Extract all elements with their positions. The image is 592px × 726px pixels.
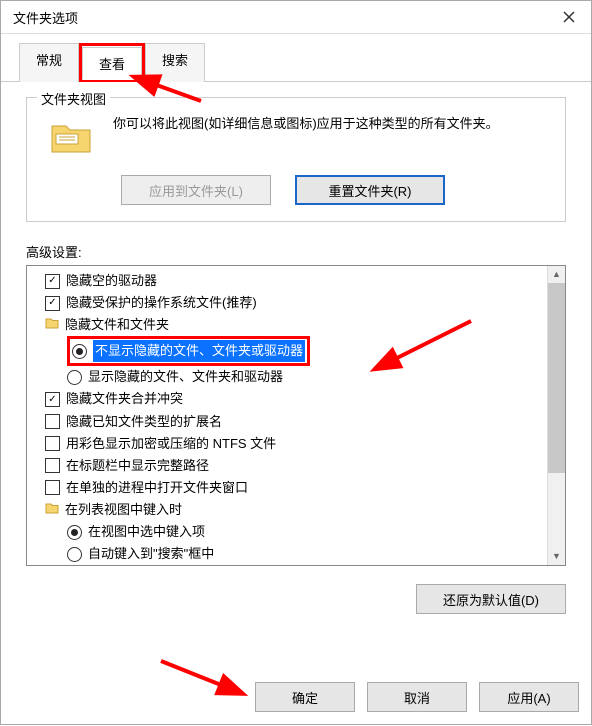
tree-item-label: 在标题栏中显示完整路径	[66, 455, 209, 477]
tree-item[interactable]: 用彩色显示加密或压缩的 NTFS 文件	[31, 433, 565, 455]
checkbox[interactable]: ✓	[45, 274, 60, 289]
tree-item-label: 显示隐藏的文件、文件夹和驱动器	[88, 366, 283, 388]
tree-item-label: 在单独的进程中打开文件夹窗口	[66, 477, 248, 499]
radio[interactable]	[67, 370, 82, 385]
tree-item[interactable]: 在列表视图中键入时	[31, 499, 565, 521]
scroll-thumb[interactable]	[548, 283, 565, 473]
tree-item-label: 隐藏空的驱动器	[66, 270, 157, 292]
tree-item-label: 在列表视图中键入时	[65, 499, 182, 521]
scrollbar[interactable]: ▲ ▼	[547, 266, 565, 565]
scroll-down-button[interactable]: ▼	[548, 548, 565, 565]
advanced-settings-label: 高级设置:	[26, 242, 566, 261]
advanced-settings-tree[interactable]: ✓ 隐藏空的驱动器 ✓ 隐藏受保护的操作系统文件(推荐)隐藏文件和文件夹不显示隐藏的文…	[26, 265, 566, 566]
close-icon[interactable]	[547, 1, 591, 33]
tree-item[interactable]: 在缩略图上显示文件图标	[31, 565, 565, 566]
tree-item-label: 隐藏文件和文件夹	[65, 314, 169, 336]
checkbox[interactable]: ✓	[45, 392, 60, 407]
tree-item-label: 隐藏文件夹合并冲突	[66, 388, 183, 410]
checkbox[interactable]: ✓	[45, 296, 60, 311]
tree-item[interactable]: ✓ 隐藏文件夹合并冲突	[31, 388, 565, 410]
tree-item-label: 不显示隐藏的文件、文件夹或驱动器	[93, 340, 305, 362]
tree-item[interactable]: 显示隐藏的文件、文件夹和驱动器	[31, 366, 565, 388]
tree-item-label: 用彩色显示加密或压缩的 NTFS 文件	[66, 433, 276, 455]
checkbox[interactable]	[45, 414, 60, 429]
folder-view-description: 你可以将此视图(如详细信息或图标)应用于这种类型的所有文件夹。	[113, 110, 551, 159]
tree-item-label: 隐藏已知文件类型的扩展名	[66, 411, 222, 433]
tree-item-label: 在视图中选中键入项	[88, 521, 205, 543]
checkbox[interactable]	[45, 458, 60, 473]
apply-button[interactable]: 应用(A)	[479, 682, 579, 712]
folder-icon	[45, 499, 59, 521]
tree-item[interactable]: 在单独的进程中打开文件夹窗口	[31, 477, 565, 499]
checkbox[interactable]	[45, 480, 60, 495]
restore-defaults-button[interactable]: 还原为默认值(D)	[416, 584, 566, 614]
cancel-button[interactable]: 取消	[367, 682, 467, 712]
tree-item[interactable]: 自动键入到"搜索"框中	[31, 543, 565, 565]
folder-icon	[45, 314, 59, 336]
tree-item[interactable]: ✓ 隐藏受保护的操作系统文件(推荐)	[31, 292, 565, 314]
apply-to-folders-button: 应用到文件夹(L)	[121, 175, 271, 205]
tree-item[interactable]: 在视图中选中键入项	[31, 521, 565, 543]
tree-item-label: 隐藏受保护的操作系统文件(推荐)	[66, 292, 257, 314]
tree-item[interactable]: 在标题栏中显示完整路径	[31, 455, 565, 477]
tree-item[interactable]: 隐藏已知文件类型的扩展名	[31, 411, 565, 433]
tree-item[interactable]: 隐藏文件和文件夹	[31, 314, 565, 336]
tree-item[interactable]: ✓ 隐藏空的驱动器	[31, 270, 565, 292]
tab-view[interactable]: 查看	[82, 47, 142, 80]
scroll-up-button[interactable]: ▲	[548, 266, 565, 283]
window-title: 文件夹选项	[13, 8, 78, 27]
radio[interactable]	[67, 525, 82, 540]
tree-item-label: 自动键入到"搜索"框中	[88, 543, 214, 565]
folder-icon	[50, 120, 92, 159]
radio[interactable]	[72, 344, 87, 359]
tab-general[interactable]: 常规	[19, 43, 79, 82]
checkbox[interactable]	[45, 436, 60, 451]
tree-item-label: 在缩略图上显示文件图标	[66, 565, 209, 566]
tab-search[interactable]: 搜索	[145, 43, 205, 82]
tree-item[interactable]: 不显示隐藏的文件、文件夹或驱动器	[31, 336, 565, 366]
folder-view-group-label: 文件夹视图	[37, 89, 110, 108]
ok-button[interactable]: 确定	[255, 682, 355, 712]
radio[interactable]	[67, 547, 82, 562]
reset-folders-button[interactable]: 重置文件夹(R)	[295, 175, 445, 205]
